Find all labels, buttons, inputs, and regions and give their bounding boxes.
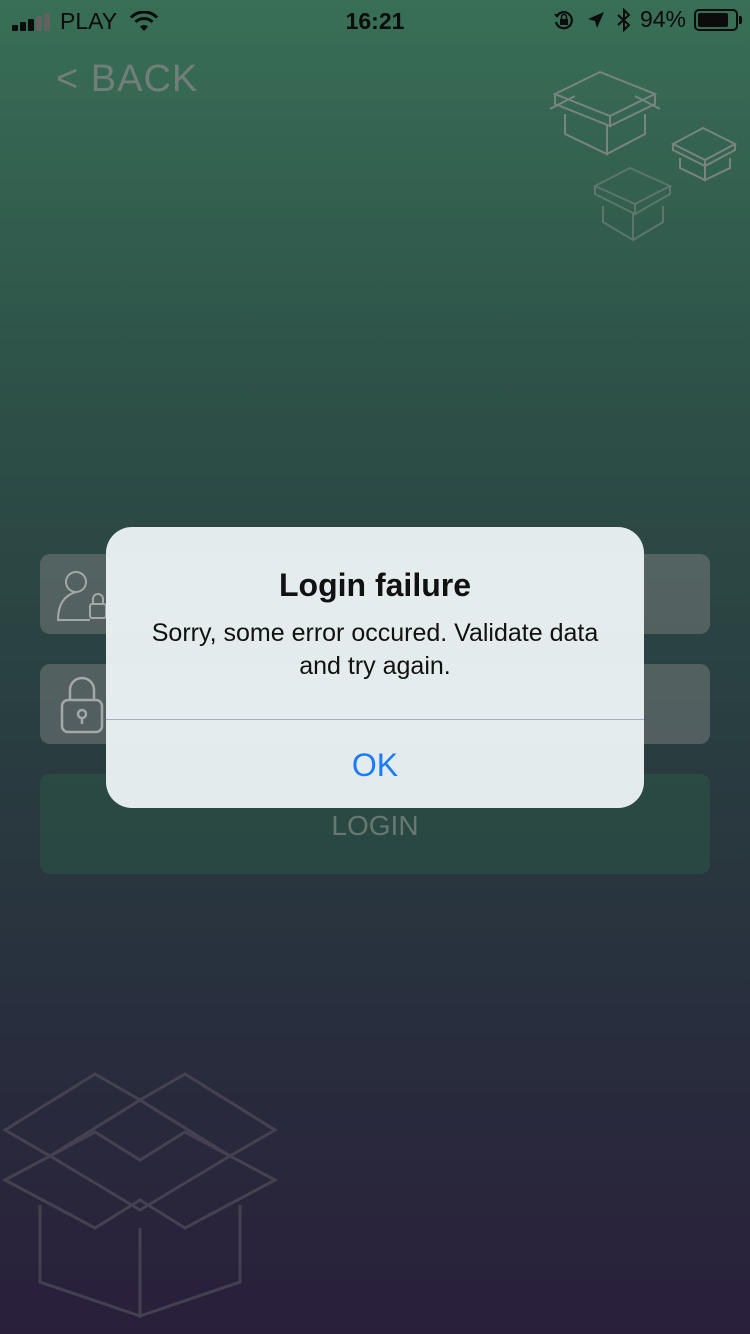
alert-title: Login failure xyxy=(279,567,471,603)
login-screen: PLAY 16:21 94% < BACK LOGIN Login failur… xyxy=(0,0,750,1334)
alert-message: Sorry, some error occured. Validate data… xyxy=(151,619,599,680)
alert-dialog: Login failure Sorry, some error occured.… xyxy=(106,527,644,808)
ok-button[interactable]: OK xyxy=(106,720,644,808)
